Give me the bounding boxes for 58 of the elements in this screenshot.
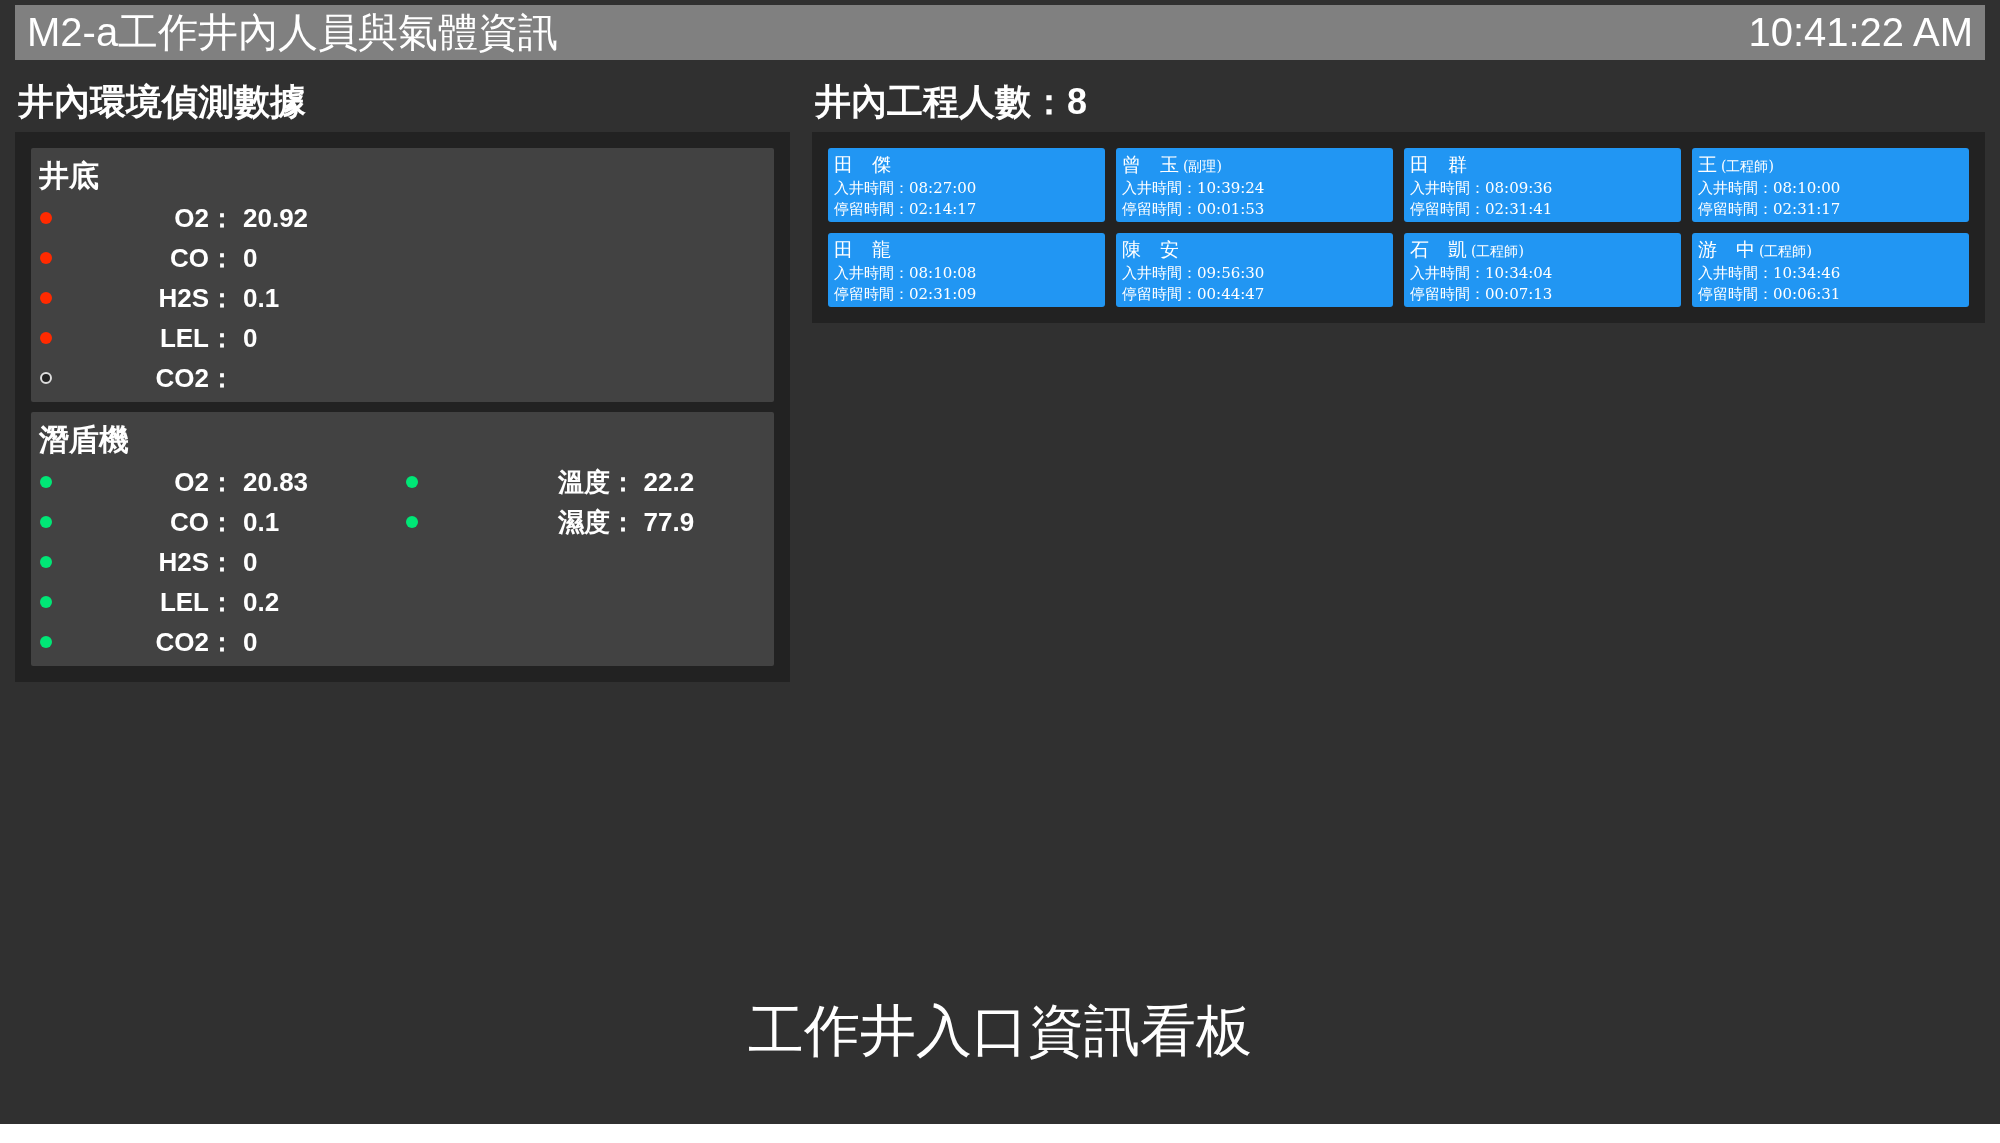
stay-time: 停留時間：02:14:17 (834, 199, 978, 220)
stay-time: 停留時間：00:01:53 (1122, 199, 1266, 220)
entry-time: 入井時間：10:34:04 (1410, 263, 1554, 284)
entry-time: 入井時間：10:39:24 (1122, 178, 1266, 199)
reading-label: O2： (173, 465, 235, 499)
worker-role: (工程師) (1759, 243, 1812, 261)
page-title: M2-a工作井內人員與氣體資訊 (27, 9, 559, 56)
board-caption: 工作井入口資訊看板 (748, 998, 1252, 1064)
worker-name: 游 中 (1698, 237, 1755, 262)
worker-role: (工程師) (1721, 158, 1774, 176)
reading-label: LEL： (158, 585, 235, 619)
reading-value: 20.92 (243, 202, 309, 234)
reading-label: CO： (169, 505, 235, 539)
clock: 10:41:22 AM (1748, 10, 1973, 55)
worker-name: 田 傑 (834, 152, 891, 177)
location-title: 潛盾機 (39, 422, 130, 458)
section-title: 井內環境偵測數據 (18, 80, 307, 124)
reading-value: 0 (243, 626, 258, 658)
worker-role: (副理) (1183, 158, 1222, 176)
entry-time: 入井時間：10:34:46 (1698, 263, 1842, 284)
entry-time: 入井時間：08:27:00 (834, 178, 978, 199)
reading-label: 濕度： (556, 505, 636, 539)
reading-value: 0 (243, 322, 258, 354)
reading-value: 0.1 (243, 282, 280, 314)
stay-time: 停留時間：00:44:47 (1122, 284, 1266, 305)
stay-time: 停留時間：02:31:41 (1410, 199, 1554, 220)
worker-name: 陳 安 (1122, 237, 1179, 262)
reading-value: 0.1 (243, 506, 280, 538)
reading-label: CO2： (154, 625, 235, 659)
reading-label: O2： (173, 201, 235, 235)
worker-name: 田 群 (1410, 152, 1467, 177)
reading-label: H2S： (157, 281, 235, 315)
reading-label: LEL： (158, 321, 235, 355)
reading-label: CO2： (154, 361, 235, 395)
stay-time: 停留時間：00:07:13 (1410, 284, 1554, 305)
worker-role: (工程師) (1471, 243, 1524, 261)
entry-time: 入井時間：09:56:30 (1122, 263, 1266, 284)
stay-time: 停留時間：02:31:09 (834, 284, 978, 305)
reading-value: 22.2 (643, 466, 695, 498)
reading-value: 0.2 (243, 586, 280, 618)
entry-time: 入井時間：08:10:08 (834, 263, 978, 284)
reading-value: 0 (243, 546, 258, 578)
section-title: 井內工程人數：8 (815, 80, 1089, 124)
reading-label: CO： (169, 241, 235, 275)
worker-name: 石 凱 (1410, 237, 1467, 262)
location-title: 井底 (39, 158, 100, 194)
worker-name: 王 (1698, 152, 1717, 177)
stay-time: 停留時間：00:06:31 (1698, 284, 1842, 305)
reading-label: H2S： (157, 545, 235, 579)
reading-value: 77.9 (643, 506, 695, 538)
entry-time: 入井時間：08:09:36 (1410, 178, 1554, 199)
reading-value: 0 (243, 242, 258, 274)
worker-name: 曾 玉 (1122, 152, 1179, 177)
worker-name: 田 龍 (834, 237, 891, 262)
stay-time: 停留時間：02:31:17 (1698, 199, 1842, 220)
reading-label: 溫度： (556, 465, 636, 499)
reading-value: 20.83 (243, 466, 309, 498)
entry-time: 入井時間：08:10:00 (1698, 178, 1842, 199)
